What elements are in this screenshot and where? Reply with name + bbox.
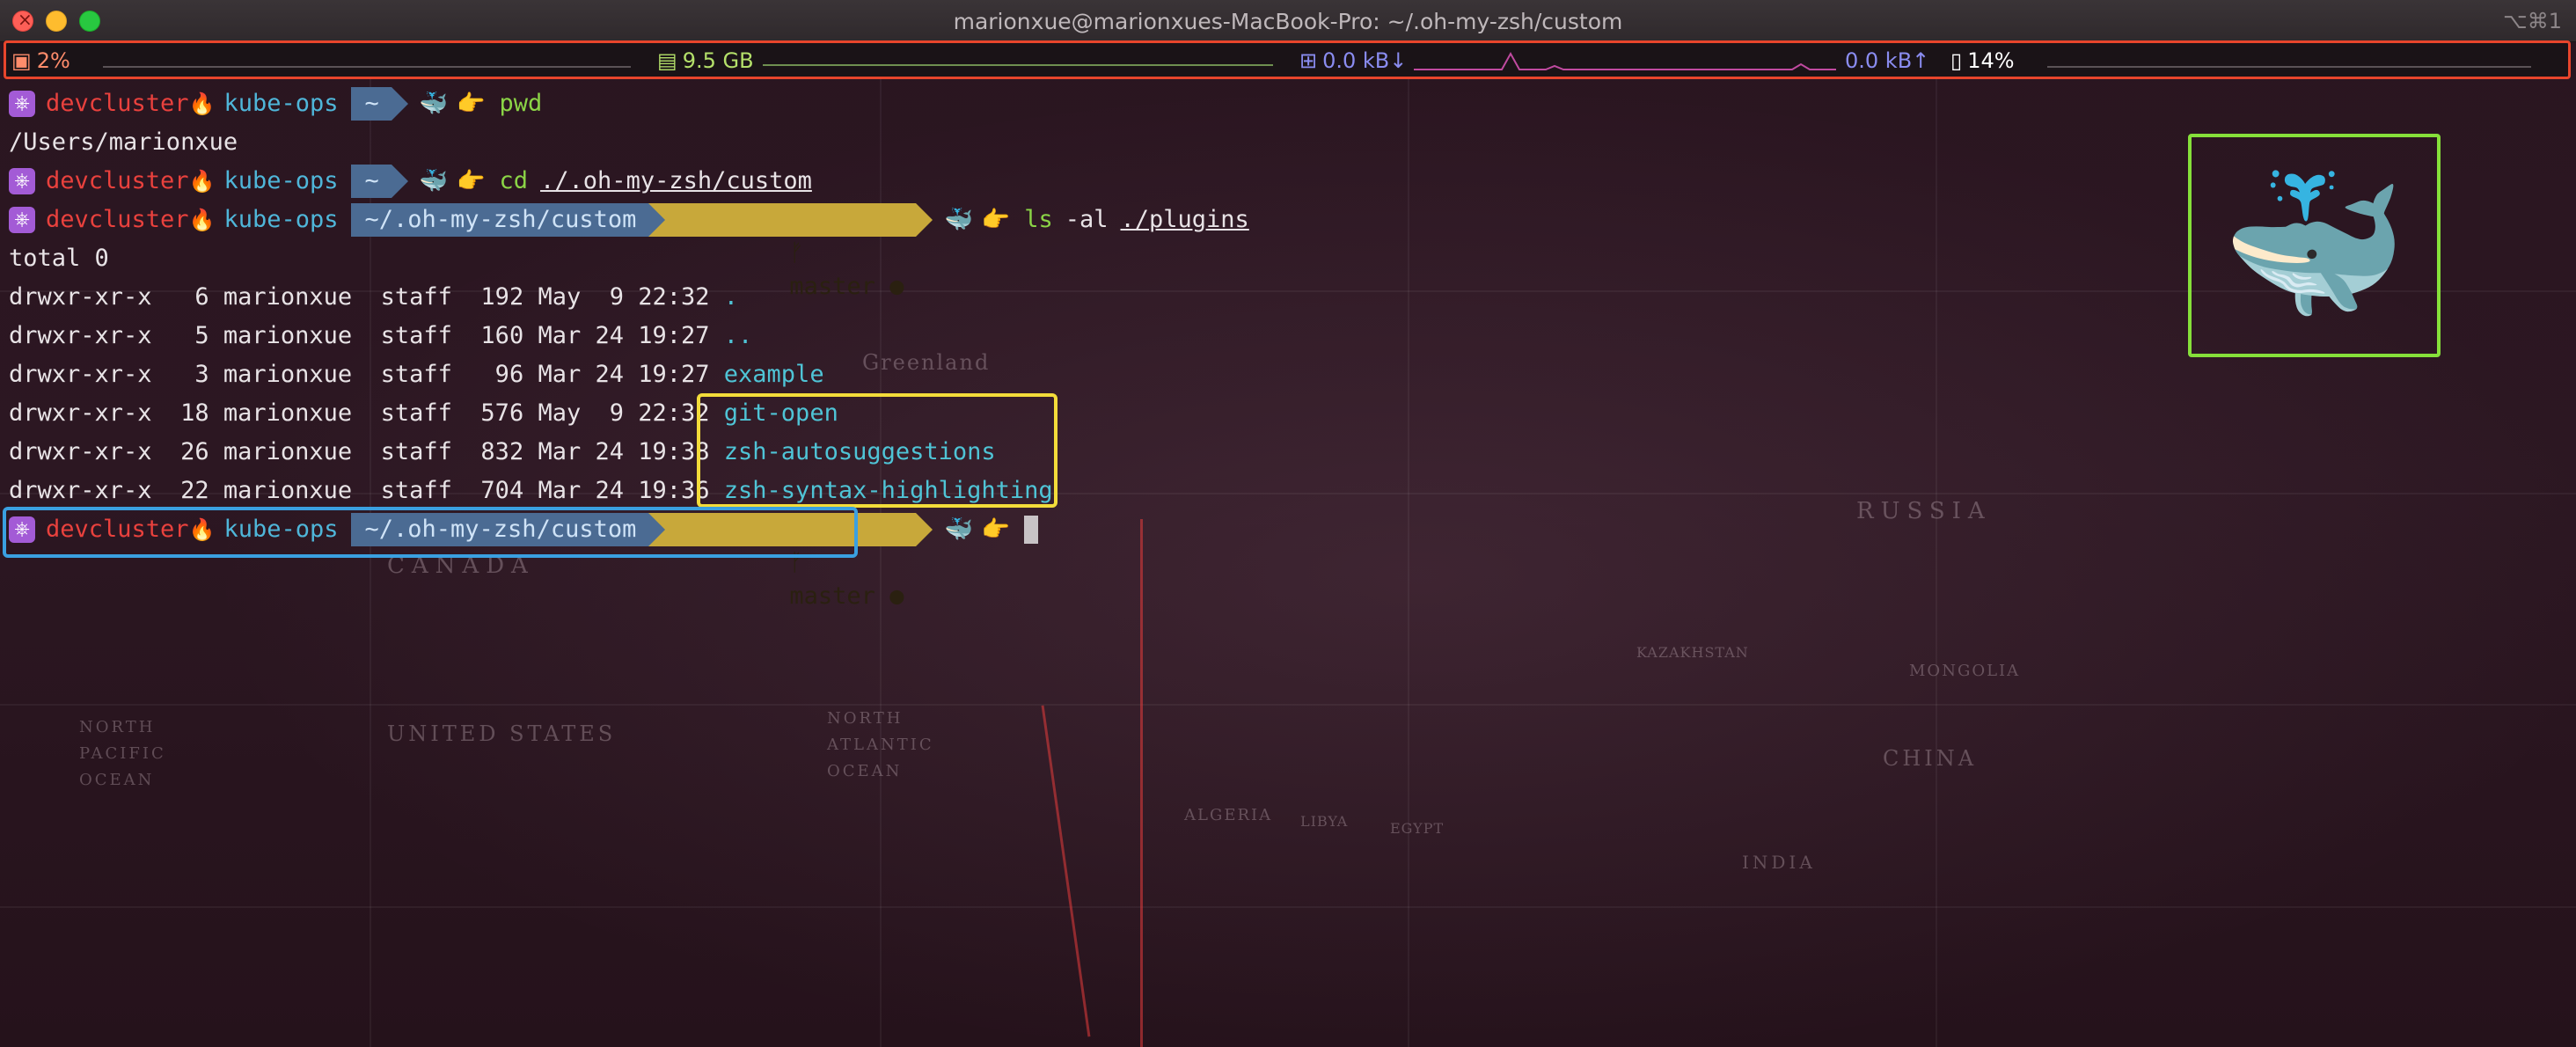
namespace-name: kube-ops: [223, 167, 339, 194]
cpu-stat: ▣ 2%: [11, 48, 70, 73]
fire-icon: 🔥: [188, 92, 216, 116]
git-branch-name: master ●: [789, 582, 904, 610]
whale-icon: 🐳: [419, 91, 449, 117]
map-grid-line: [0, 906, 2576, 908]
window-shortcut: ⌥⌘1: [2503, 9, 2562, 33]
whale-icon: 🐳: [419, 168, 449, 194]
command-text: ls: [1024, 206, 1053, 233]
listing-meta: drwxr-xr-x 6 marionxue staff 192 May 9 2…: [9, 283, 724, 311]
map-label-libya: LIBYA: [1300, 813, 1349, 830]
cluster-name: devcluster: [46, 206, 189, 233]
map-label-algeria: ALGERIA: [1184, 806, 1273, 824]
listing-row: drwxr-xr-x 5 marionxue staff 160 Mar 24 …: [9, 317, 2560, 355]
map-label-united-states: UNITED STATES: [387, 721, 617, 746]
namespace-name: kube-ops: [223, 206, 339, 233]
network-up-stat: 0.0 kB↑: [1845, 48, 1929, 73]
status-bar: ▣ 2% ▤ 9.5 GB ⊞ 0.0 kB↓ 0.0 kB↑ ▯ 14%: [4, 40, 2571, 79]
memory-graph: [763, 64, 1273, 66]
map-label-kazakhstan: KAZAKHSTAN: [1636, 644, 1749, 661]
command-text: cd: [499, 167, 529, 194]
title-bar[interactable]: marionxue@marionxues-MacBook-Pro: ~/.oh-…: [0, 0, 2576, 42]
network-icon: ⊞: [1299, 48, 1318, 73]
git-branch-segment: ᚠ master ●: [648, 203, 933, 300]
spouting-whale-icon: 🐳: [2221, 158, 2408, 333]
listing-row: drwxr-xr-x 6 marionxue staff 192 May 9 2…: [9, 278, 2560, 317]
directory-segment: ~/.oh-my-zsh/custom: [350, 203, 666, 237]
directory-segment: ~: [350, 165, 409, 198]
network-down-stat: ⊞ 0.0 kB↓: [1299, 48, 1407, 73]
listing-row: drwxr-xr-x 3 marionxue staff 96 Mar 24 1…: [9, 355, 2560, 394]
listing-row: drwxr-xr-x 22 marionxue staff 704 Mar 24…: [9, 472, 2560, 510]
cluster-name: devcluster: [46, 90, 189, 117]
directory-segment: ~: [350, 87, 409, 121]
terminal-window[interactable]: Greenland RUSSIA CANADA UNITED STATES CH…: [0, 0, 2576, 1047]
listing-meta: drwxr-xr-x 22 marionxue staff 704 Mar 24…: [9, 477, 724, 504]
kubernetes-icon: ⎈: [9, 91, 35, 117]
memory-stat: ▤ 9.5 GB: [657, 48, 754, 73]
network-sparkline-line: [1414, 51, 1836, 70]
map-label-egypt: EGYPT: [1390, 820, 1445, 837]
listing-meta: drwxr-xr-x 18 marionxue staff 576 May 9 …: [9, 399, 724, 427]
network-sparkline: [1414, 51, 1836, 70]
cpu-graph-track: [103, 66, 631, 68]
map-grid-line: [0, 704, 2576, 706]
cluster-name: devcluster: [46, 167, 189, 194]
listing-row: drwxr-xr-x 18 marionxue staff 576 May 9 …: [9, 394, 2560, 433]
map-label-mongolia: MONGOLIA: [1909, 662, 2021, 680]
map-time-line: [1140, 519, 1143, 1047]
cpu-value: 2%: [36, 48, 70, 73]
map-label-china: CHINA: [1883, 746, 1978, 771]
pointing-hand-icon: 👉: [981, 516, 1011, 543]
prompt-line: ⎈ devcluster 🔥 kube-ops ~/.oh-my-zsh/cust…: [9, 201, 2560, 300]
cpu-icon: ▣: [11, 48, 32, 73]
pointing-hand-icon: 👉: [981, 207, 1011, 233]
output-line: total 0: [9, 245, 109, 272]
whale-icon: 🐳: [944, 207, 973, 233]
listing-meta: drwxr-xr-x 5 marionxue staff 160 Mar 24 …: [9, 322, 724, 349]
namespace-name: kube-ops: [223, 90, 339, 117]
map-time-line: [1041, 705, 1091, 1037]
prompt-line: ⎈ devcluster 🔥 kube-ops ~ 🐳 👉 pwd: [9, 84, 2560, 123]
prompt-line: ⎈ devcluster 🔥 kube-ops ~ 🐳 👉 cd ./.oh-my…: [9, 162, 2560, 201]
map-label-north-pacific: NORTH PACIFIC OCEAN: [79, 718, 166, 789]
listing-name: example: [723, 361, 824, 388]
map-label-india: INDIA: [1742, 852, 1816, 873]
network-down-value: 0.0 kB↓: [1322, 48, 1408, 73]
command-flag: -al: [1065, 206, 1109, 233]
command-argument: ./.oh-my-zsh/custom: [540, 167, 812, 194]
command-text: pwd: [499, 90, 543, 117]
command-argument: ./plugins: [1120, 206, 1249, 233]
whale-badge-box: 🐳: [2188, 134, 2441, 357]
battery-value: 14%: [1967, 48, 2015, 73]
pointing-hand-icon: 👉: [457, 91, 486, 117]
fire-icon: 🔥: [188, 169, 216, 194]
output-line: /Users/marionxue: [9, 128, 238, 156]
memory-value: 9.5 GB: [682, 48, 754, 73]
current-prompt-highlight-box: [3, 507, 858, 558]
kubernetes-icon: ⎈: [9, 168, 35, 194]
window-title: marionxue@marionxues-MacBook-Pro: ~/.oh-…: [953, 9, 1623, 34]
pointing-hand-icon: 👉: [457, 168, 486, 194]
network-up-value: 0.0 kB↑: [1845, 48, 1930, 73]
listing-name: .: [723, 283, 739, 311]
listing-meta: drwxr-xr-x 3 marionxue staff 96 Mar 24 1…: [9, 361, 724, 388]
battery-stat: ▯ 14%: [1950, 48, 2015, 73]
text-cursor[interactable]: [1024, 516, 1039, 544]
battery-graph-track: [2047, 66, 2531, 68]
fire-icon: 🔥: [188, 208, 216, 232]
terminal-output[interactable]: ⎈ devcluster 🔥 kube-ops ~ 🐳 👉 pwd /Users/…: [9, 84, 2560, 610]
battery-icon: ▯: [1950, 48, 1963, 73]
kubernetes-icon: ⎈: [9, 207, 35, 233]
memory-icon: ▤: [657, 48, 677, 73]
listing-meta: drwxr-xr-x 26 marionxue staff 832 Mar 24…: [9, 438, 724, 465]
listing-name: ..: [723, 322, 753, 349]
map-label-north-atlantic: NORTH ATLANTIC OCEAN: [827, 709, 934, 780]
listing-row: drwxr-xr-x 26 marionxue staff 832 Mar 24…: [9, 433, 2560, 472]
plugins-highlight-box: [697, 393, 1057, 508]
whale-icon: 🐳: [944, 516, 973, 543]
